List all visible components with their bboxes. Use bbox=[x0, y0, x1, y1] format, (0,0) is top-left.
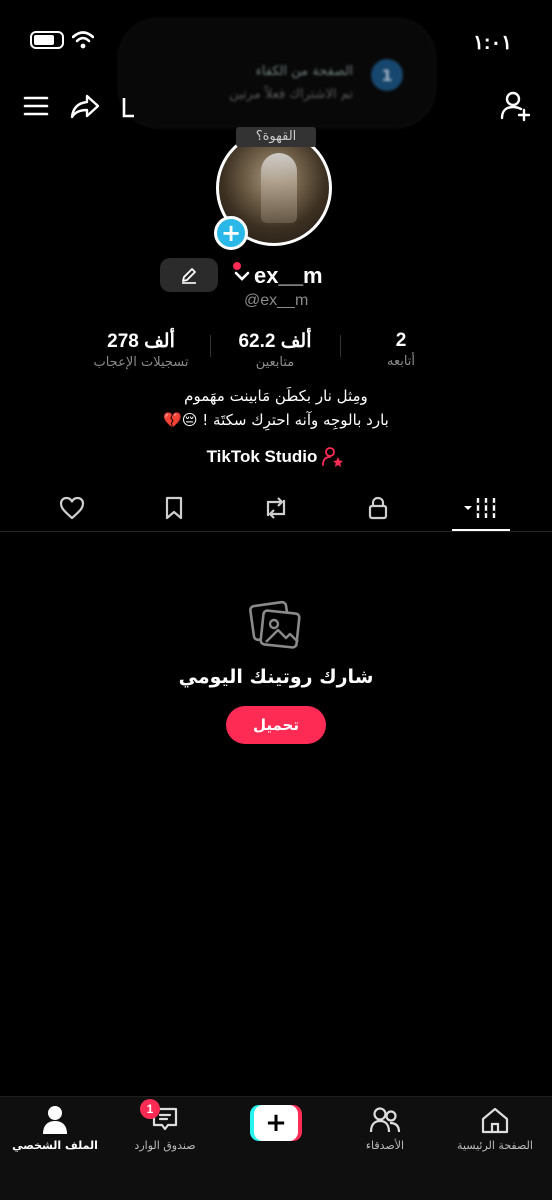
empty-state-title: شارك روتينك اليومي bbox=[178, 666, 374, 688]
likes-count: 278 ألف bbox=[107, 331, 175, 352]
bio-line: ومِثل نار بكطَن مَابينت مهَموم bbox=[184, 387, 368, 405]
profile-bio: ومِثل نار بكطَن مَابينت مهَموم بارد بالو… bbox=[0, 384, 552, 432]
chevron-down-icon bbox=[234, 271, 250, 281]
upload-button[interactable]: تحميل bbox=[226, 706, 326, 744]
nav-profile[interactable]: الملف الشخصي bbox=[0, 1103, 110, 1163]
following-stat[interactable]: 2 أتابعه bbox=[356, 330, 446, 369]
photos-icon bbox=[249, 600, 301, 649]
inbox-badge: 1 bbox=[140, 1099, 160, 1119]
top-nav bbox=[0, 84, 552, 132]
display-name: ex__m bbox=[254, 263, 323, 288]
grid-icon bbox=[464, 498, 496, 518]
battery-icon bbox=[30, 31, 64, 49]
create-button[interactable]: + bbox=[250, 1105, 302, 1141]
private-tab[interactable] bbox=[348, 488, 408, 528]
username: @ex__m bbox=[244, 292, 309, 309]
account-switcher[interactable]: ex__m bbox=[234, 263, 323, 289]
pencil-icon bbox=[182, 268, 196, 284]
add-friend-icon[interactable] bbox=[498, 88, 534, 124]
stat-divider bbox=[210, 335, 211, 357]
qr-partial-icon[interactable] bbox=[118, 92, 138, 122]
notification-title: الصفحة من الكفاء bbox=[255, 64, 353, 79]
repost-icon bbox=[266, 497, 286, 519]
share-icon[interactable] bbox=[68, 90, 102, 122]
nav-inbox-label: صندوق الوارد bbox=[134, 1139, 196, 1152]
home-icon bbox=[481, 1107, 509, 1134]
likes-stat[interactable]: 278 ألف تسجيلات الإعجاب bbox=[86, 330, 196, 370]
avatar-figure-image bbox=[261, 153, 297, 223]
nav-home[interactable]: الصفحة الرئيسية bbox=[440, 1103, 550, 1163]
avatar-caption: القهوة؟ bbox=[236, 127, 316, 147]
repost-tab[interactable] bbox=[246, 488, 306, 528]
nav-profile-label: الملف الشخصي bbox=[12, 1139, 98, 1152]
nav-inbox[interactable]: صندوق الوارد bbox=[110, 1103, 220, 1163]
create-plus-icon: + bbox=[254, 1105, 298, 1141]
edit-profile-button[interactable] bbox=[160, 258, 218, 292]
following-count: 2 bbox=[395, 330, 407, 351]
followers-label: متابعين bbox=[255, 355, 295, 370]
nav-friends-label: الأصدقاء bbox=[365, 1139, 405, 1152]
lock-icon bbox=[368, 496, 388, 520]
bio-line: بارد بالوجِه وآنه احترِك سكتَة ! 😔💔 bbox=[163, 411, 389, 429]
status-time: ١:٠١ bbox=[473, 32, 512, 54]
videos-grid-tab[interactable] bbox=[450, 488, 510, 528]
creator-star-icon bbox=[322, 447, 344, 467]
followers-stat[interactable]: 62.2 ألف متابعين bbox=[220, 330, 330, 370]
tiktok-studio-link[interactable]: TikTok Studio bbox=[0, 446, 552, 468]
studio-label: TikTok Studio bbox=[206, 447, 318, 466]
nav-home-label: الصفحة الرئيسية bbox=[457, 1139, 533, 1152]
content-tabs bbox=[0, 488, 552, 532]
friends-icon bbox=[369, 1107, 401, 1133]
following-label: أتابعه bbox=[386, 354, 416, 369]
profile-icon bbox=[43, 1106, 67, 1134]
nav-friends[interactable]: الأصدقاء bbox=[330, 1103, 440, 1163]
bookmark-icon bbox=[165, 496, 183, 520]
menu-icon[interactable] bbox=[20, 90, 52, 122]
liked-tab[interactable] bbox=[42, 488, 102, 528]
active-tab-indicator bbox=[452, 529, 510, 531]
stat-divider bbox=[340, 335, 341, 357]
likes-label: تسجيلات الإعجاب bbox=[93, 355, 189, 370]
wifi-icon bbox=[72, 31, 94, 49]
followers-count: 62.2 ألف bbox=[238, 331, 312, 352]
heart-icon bbox=[59, 496, 85, 520]
add-story-plus-icon[interactable]: + bbox=[214, 216, 248, 250]
favorites-tab[interactable] bbox=[144, 488, 204, 528]
